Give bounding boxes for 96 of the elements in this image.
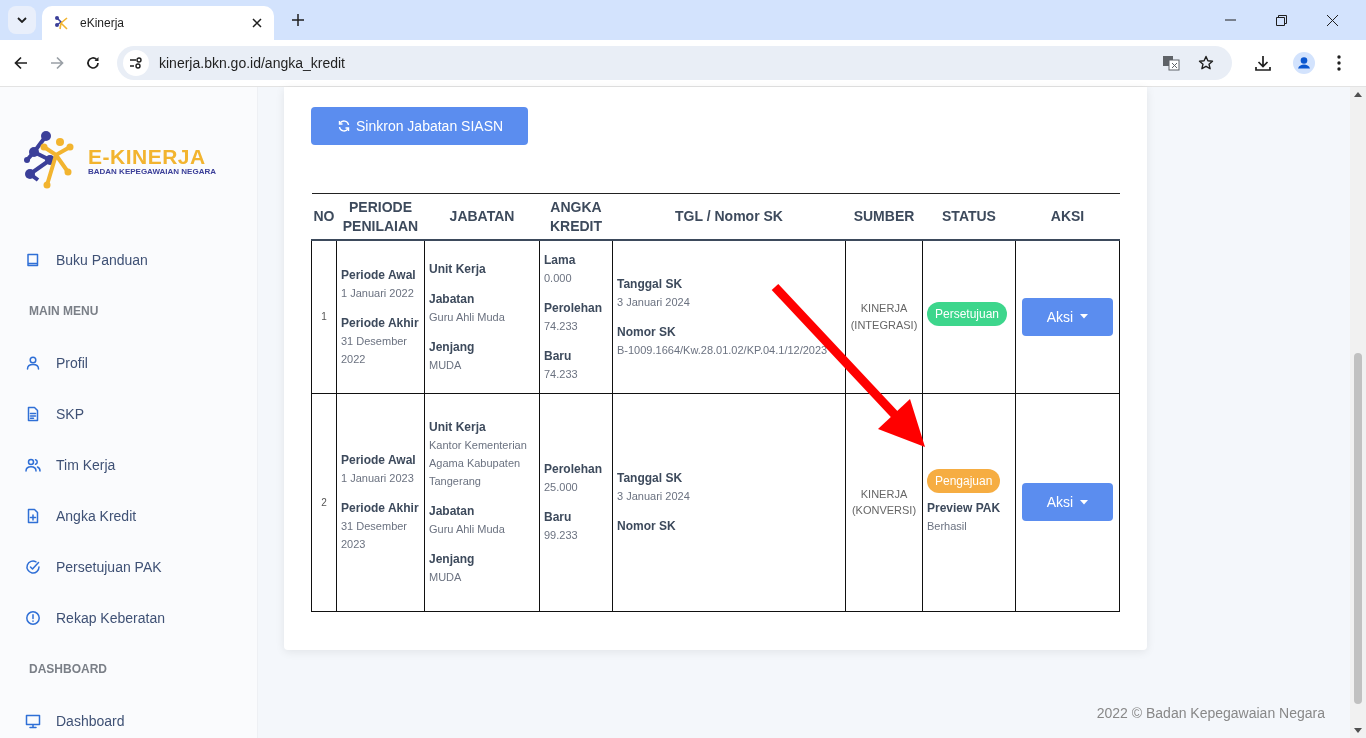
caret-icon (1080, 499, 1089, 505)
reload-icon[interactable] (86, 56, 100, 70)
logo-title: E-KINERJA (88, 145, 207, 167)
field-value: 99.233 (544, 528, 579, 543)
sync-icon (338, 120, 350, 132)
field-label: Jabatan (429, 290, 476, 308)
column-header: ANGKA KREDIT (539, 193, 613, 240)
user-icon (25, 354, 41, 371)
menu-item[interactable]: Dashboard (56, 712, 125, 729)
field-label: Unit Kerja (429, 260, 487, 278)
book-icon (25, 251, 41, 268)
field-label: Periode Awal (341, 266, 417, 284)
caret-icon (1080, 314, 1089, 320)
field-value: 3 Januari 2024 (617, 294, 691, 310)
field-value: MUDA (429, 357, 463, 373)
field-label: Unit Kerja (429, 419, 487, 436)
field-value: MUDA (429, 570, 463, 585)
field-value: Guru Ahli Muda (429, 522, 506, 537)
logo-subtitle: BADAN KEPEGAWAIAN NEGARA (88, 166, 216, 177)
field-value: 31 Desember 2022 (341, 333, 409, 367)
scroll-down-icon[interactable] (1354, 728, 1362, 733)
close-icon[interactable] (1327, 14, 1338, 26)
column-header: SUMBER (845, 193, 923, 240)
table-cell: KINERJA (INTEGRASI) (845, 240, 923, 393)
column-header: AKSI (1015, 193, 1120, 240)
field-label: Jabatan (429, 503, 476, 520)
translate-icon[interactable] (1163, 55, 1180, 71)
status-badge: Pengajuan (927, 469, 1001, 493)
field-value: 0.000 (544, 270, 573, 286)
close-icon[interactable] (252, 18, 262, 28)
field-label: Periode Akhir (341, 314, 420, 332)
column-header: STATUS (922, 193, 1016, 240)
table-cell: 1 (311, 240, 337, 393)
menu-item[interactable]: Persetujuan PAK (56, 558, 162, 575)
tab-title: eKinerja (80, 16, 126, 30)
restore-icon[interactable] (1276, 14, 1287, 26)
tab-search-button[interactable] (8, 6, 36, 34)
menu-section-heading: DASHBOARD (28, 661, 108, 678)
footer-text: 2022 © Badan Kepegawaian Negara (1096, 705, 1325, 721)
url-text: kinerja.bkn.go.id/angka_kredit (159, 55, 345, 71)
monitor-icon (25, 712, 41, 729)
column-header: NO (311, 193, 337, 240)
column-header: JABATAN (424, 193, 540, 240)
field-value: 31 Desember 2023 (341, 519, 409, 552)
field-value: Kantor Kementerian Agama Kabupaten Tangerang (429, 438, 528, 489)
menu-item[interactable]: Tim Kerja (56, 456, 116, 473)
column-header: TGL / Nomor SK (612, 193, 846, 240)
field-value: 1 Januari 2022 (341, 285, 415, 301)
field-value: Guru Ahli Muda (429, 309, 506, 325)
address-bar[interactable]: kinerja.bkn.go.id/angka_kredit (117, 46, 1232, 80)
field-value: 3 Januari 2024 (617, 489, 691, 504)
scrollbar-thumb[interactable] (1354, 353, 1362, 704)
field-label: Tanggal SK (617, 470, 684, 487)
profile-avatar-icon[interactable] (1293, 52, 1315, 74)
menu-item[interactable]: Profil (56, 354, 88, 371)
field-value: 74.233 (544, 366, 579, 382)
column-header: PERIODE PENILAIAN (336, 193, 425, 240)
field-label: Jenjang (429, 338, 476, 356)
chevron-down-icon (17, 17, 27, 23)
site-settings-icon[interactable] (123, 50, 149, 76)
field-value: B-1009.1664/Kw.28.01.02/KP.04.1/12/2023 (617, 342, 829, 358)
scroll-up-icon[interactable] (1354, 92, 1362, 97)
field-label: Nomor SK (617, 323, 677, 341)
alert-circle-icon (25, 609, 41, 626)
field-label: Jenjang (429, 551, 476, 568)
download-icon[interactable] (1255, 55, 1271, 71)
menu-item[interactable]: Rekap Keberatan (56, 609, 165, 626)
menu-section-heading: MAIN MENU (28, 303, 100, 320)
field-value: 1 Januari 2023 (341, 471, 415, 486)
users-icon (25, 456, 41, 473)
status-badge: Persetujuan (927, 301, 1008, 326)
document-plus-icon (25, 507, 41, 524)
document-icon (25, 405, 41, 422)
field-label: Baru (544, 347, 573, 365)
field-label: Perolehan (544, 461, 604, 478)
field-value: 25.000 (544, 480, 579, 495)
plus-icon[interactable] (292, 14, 304, 26)
star-icon[interactable] (1198, 55, 1214, 71)
field-label: Lama (544, 251, 577, 269)
back-arrow-icon[interactable] (14, 56, 28, 70)
field-label: Baru (544, 509, 573, 526)
menu-item[interactable]: Buku Panduan (56, 251, 148, 268)
field-value: Berhasil (927, 519, 968, 534)
field-label: Tanggal SK (617, 275, 684, 293)
app-logo-icon (54, 15, 70, 31)
table-cell: 2 (311, 393, 337, 611)
field-label: Preview PAK (927, 500, 1002, 517)
field-label: Periode Awal (341, 452, 417, 469)
field-value: 74.233 (544, 318, 579, 334)
menu-item[interactable]: SKP (56, 405, 84, 422)
field-label: Periode Akhir (341, 500, 420, 517)
field-label: Perolehan (544, 299, 604, 317)
menu-item[interactable]: Angka Kredit (56, 507, 137, 524)
more-menu-icon[interactable] (1337, 55, 1341, 71)
field-label: Nomor SK (617, 518, 677, 535)
browser-tab[interactable]: eKinerja (42, 6, 274, 40)
